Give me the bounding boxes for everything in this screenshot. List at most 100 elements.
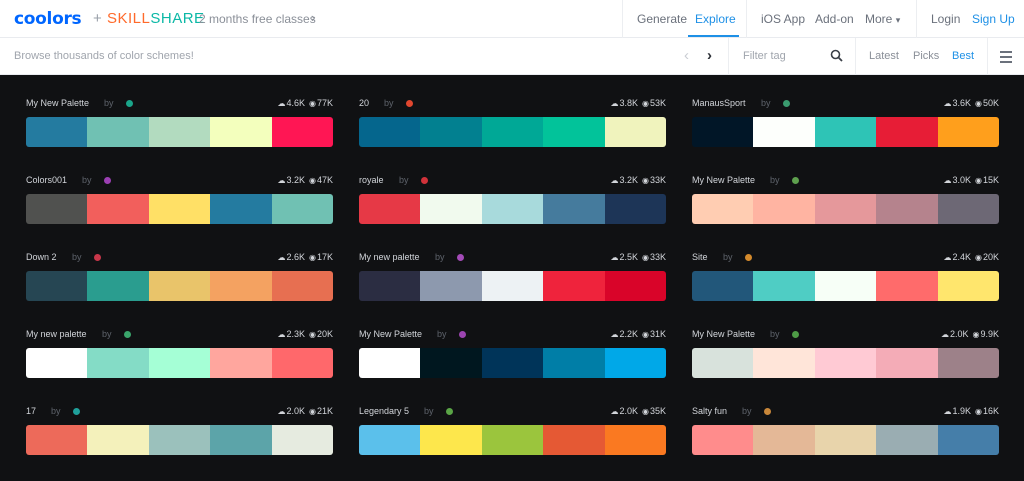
promo-link[interactable]: 2 months free classes bbox=[199, 12, 316, 26]
color-swatch[interactable] bbox=[148, 194, 211, 224]
color-swatch[interactable] bbox=[271, 425, 333, 455]
color-swatch[interactable] bbox=[604, 425, 666, 455]
color-swatch[interactable] bbox=[543, 117, 605, 147]
author-avatar[interactable] bbox=[421, 177, 428, 184]
color-swatch[interactable] bbox=[87, 425, 149, 455]
color-swatch[interactable] bbox=[753, 271, 815, 301]
palette-name[interactable]: Site bbox=[692, 252, 708, 262]
palette-swatches[interactable] bbox=[692, 117, 999, 147]
skillshare-logo[interactable]: SKILLSHARE bbox=[107, 10, 205, 27]
cloud-icon[interactable]: ☁ bbox=[610, 253, 618, 262]
palette-swatches[interactable] bbox=[26, 117, 333, 147]
palette-swatches[interactable] bbox=[692, 194, 999, 224]
color-swatch[interactable] bbox=[692, 271, 754, 301]
palette-swatches[interactable] bbox=[359, 425, 666, 455]
color-swatch[interactable] bbox=[604, 348, 666, 378]
author-avatar[interactable] bbox=[94, 254, 101, 261]
color-swatch[interactable] bbox=[753, 194, 815, 224]
color-swatch[interactable] bbox=[420, 194, 482, 224]
color-swatch[interactable] bbox=[937, 271, 999, 301]
color-swatch[interactable] bbox=[26, 425, 88, 455]
cloud-icon[interactable]: ☁ bbox=[943, 407, 951, 416]
color-swatch[interactable] bbox=[876, 425, 938, 455]
color-swatch[interactable] bbox=[271, 271, 333, 301]
nav-generate[interactable]: Generate bbox=[637, 12, 687, 26]
color-swatch[interactable] bbox=[210, 194, 272, 224]
author-avatar[interactable] bbox=[459, 331, 466, 338]
color-swatch[interactable] bbox=[359, 348, 421, 378]
color-swatch[interactable] bbox=[814, 194, 877, 224]
author-avatar[interactable] bbox=[783, 100, 790, 107]
filter-tag-input[interactable]: Filter tag bbox=[743, 50, 786, 62]
palette-swatches[interactable] bbox=[359, 117, 666, 147]
color-swatch[interactable] bbox=[753, 348, 815, 378]
color-swatch[interactable] bbox=[814, 271, 877, 301]
color-swatch[interactable] bbox=[271, 348, 333, 378]
author-avatar[interactable] bbox=[124, 331, 131, 338]
palette-swatches[interactable] bbox=[359, 348, 666, 378]
palette-name[interactable]: My New Palette bbox=[692, 329, 755, 339]
cloud-icon[interactable]: ☁ bbox=[610, 407, 618, 416]
color-swatch[interactable] bbox=[271, 194, 333, 224]
color-swatch[interactable] bbox=[604, 117, 666, 147]
sort-picks[interactable]: Picks bbox=[913, 50, 939, 62]
color-swatch[interactable] bbox=[692, 348, 754, 378]
color-swatch[interactable] bbox=[359, 425, 421, 455]
color-swatch[interactable] bbox=[210, 348, 272, 378]
color-swatch[interactable] bbox=[481, 117, 544, 147]
palette-swatches[interactable] bbox=[359, 194, 666, 224]
palette-swatches[interactable] bbox=[26, 348, 333, 378]
author-avatar[interactable] bbox=[457, 254, 464, 261]
signup-link[interactable]: Sign Up bbox=[972, 12, 1015, 26]
color-swatch[interactable] bbox=[359, 271, 421, 301]
palette-swatches[interactable] bbox=[692, 271, 999, 301]
cloud-icon[interactable]: ☁ bbox=[277, 176, 285, 185]
color-swatch[interactable] bbox=[210, 425, 272, 455]
palette-swatches[interactable] bbox=[26, 271, 333, 301]
color-swatch[interactable] bbox=[692, 425, 754, 455]
login-link[interactable]: Login bbox=[931, 12, 960, 26]
palette-swatches[interactable] bbox=[692, 348, 999, 378]
color-swatch[interactable] bbox=[26, 348, 88, 378]
color-swatch[interactable] bbox=[26, 117, 88, 147]
color-swatch[interactable] bbox=[87, 271, 149, 301]
color-swatch[interactable] bbox=[604, 194, 666, 224]
palette-name[interactable]: Salty fun bbox=[692, 406, 727, 416]
color-swatch[interactable] bbox=[481, 194, 544, 224]
cloud-icon[interactable]: ☁ bbox=[277, 407, 285, 416]
palette-name[interactable]: royale bbox=[359, 175, 384, 185]
color-swatch[interactable] bbox=[420, 117, 482, 147]
color-swatch[interactable] bbox=[692, 194, 754, 224]
color-swatch[interactable] bbox=[420, 425, 482, 455]
cloud-icon[interactable]: ☁ bbox=[610, 99, 618, 108]
hamburger-menu-icon[interactable] bbox=[1000, 51, 1012, 66]
next-page-icon[interactable]: › bbox=[707, 47, 712, 64]
color-swatch[interactable] bbox=[271, 117, 333, 147]
color-swatch[interactable] bbox=[753, 425, 815, 455]
palette-name[interactable]: Down 2 bbox=[26, 252, 57, 262]
cloud-icon[interactable]: ☁ bbox=[610, 176, 618, 185]
nav-more[interactable]: More ▾ bbox=[865, 12, 900, 26]
color-swatch[interactable] bbox=[876, 348, 938, 378]
color-swatch[interactable] bbox=[148, 271, 211, 301]
color-swatch[interactable] bbox=[210, 271, 272, 301]
color-swatch[interactable] bbox=[148, 117, 211, 147]
color-swatch[interactable] bbox=[481, 271, 544, 301]
author-avatar[interactable] bbox=[73, 408, 80, 415]
color-swatch[interactable] bbox=[87, 348, 149, 378]
color-swatch[interactable] bbox=[359, 117, 421, 147]
nav-ios-app[interactable]: iOS App bbox=[761, 12, 805, 26]
palette-name[interactable]: Colors001 bbox=[26, 175, 67, 185]
cloud-icon[interactable]: ☁ bbox=[941, 330, 949, 339]
color-swatch[interactable] bbox=[937, 348, 999, 378]
color-swatch[interactable] bbox=[937, 194, 999, 224]
color-swatch[interactable] bbox=[359, 194, 421, 224]
author-avatar[interactable] bbox=[764, 408, 771, 415]
color-swatch[interactable] bbox=[420, 271, 482, 301]
color-swatch[interactable] bbox=[814, 425, 877, 455]
author-avatar[interactable] bbox=[446, 408, 453, 415]
author-avatar[interactable] bbox=[406, 100, 413, 107]
nav-explore[interactable]: Explore bbox=[695, 12, 736, 26]
prev-page-icon[interactable]: ‹ bbox=[684, 47, 689, 64]
color-swatch[interactable] bbox=[604, 271, 666, 301]
